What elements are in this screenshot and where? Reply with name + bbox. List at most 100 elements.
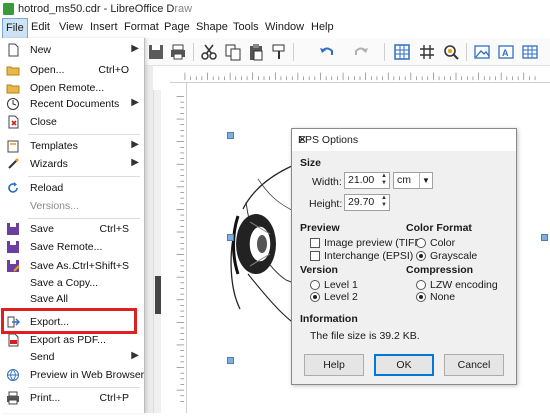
- insert-image-icon[interactable]: [473, 43, 491, 61]
- selection-handle[interactable]: [227, 357, 234, 364]
- level2-radio[interactable]: [310, 292, 320, 302]
- selection-handle[interactable]: [227, 132, 234, 139]
- file-menu-open[interactable]: Open... Ctrl+O: [0, 60, 145, 80]
- selection-handle[interactable]: [541, 234, 548, 241]
- height-label: Height:: [309, 198, 343, 210]
- svg-text:A: A: [502, 48, 509, 58]
- save-as-icon: [7, 260, 20, 272]
- undo-icon[interactable]: [318, 43, 336, 61]
- file-menu-recent-documents[interactable]: Recent Documents ▶: [0, 94, 145, 114]
- horizontal-ruler[interactable]: [170, 66, 550, 83]
- file-menu-save-remote[interactable]: Save Remote...: [0, 237, 145, 257]
- cut-icon[interactable]: [200, 43, 218, 61]
- submenu-arrow-icon: ▶: [131, 139, 139, 150]
- chevron-down-icon[interactable]: ▼: [419, 173, 432, 188]
- insert-text-box-icon[interactable]: A: [497, 43, 515, 61]
- submenu-arrow-icon: ▶: [131, 157, 139, 168]
- file-menu-dropdown: New ▶ Open... Ctrl+O Open Remote... Recent…: [0, 38, 145, 413]
- help-button[interactable]: Help: [304, 354, 364, 376]
- menu-bar: File Edit View Insert Format Page Shape …: [0, 18, 550, 38]
- size-heading: Size: [300, 157, 322, 169]
- file-menu-versions: Versions...: [30, 200, 80, 212]
- ok-button[interactable]: OK: [374, 354, 434, 376]
- version-heading: Version: [300, 264, 338, 276]
- menu-shape[interactable]: Shape: [196, 21, 228, 33]
- file-menu-save-all[interactable]: Save All: [0, 289, 145, 309]
- dialog-title-bar: EPS Options ✕: [292, 129, 516, 151]
- zoom-pan-icon[interactable]: [442, 43, 460, 61]
- file-menu-reload[interactable]: Reload: [0, 178, 145, 198]
- submenu-arrow-icon: ▶: [131, 43, 139, 54]
- copy-icon[interactable]: [224, 43, 242, 61]
- menu-insert[interactable]: Insert: [90, 21, 118, 33]
- file-menu-close[interactable]: Close: [0, 112, 145, 132]
- level1-label[interactable]: Level 1: [324, 279, 358, 291]
- scrollbar-thumb[interactable]: [155, 276, 161, 314]
- close-icon[interactable]: ✕: [298, 134, 510, 146]
- paste-icon[interactable]: [247, 43, 265, 61]
- close-document-icon: [8, 115, 19, 129]
- open-remote-icon: [6, 84, 20, 94]
- grid-icon[interactable]: [393, 43, 411, 61]
- preview-heading: Preview: [300, 222, 340, 234]
- libreoffice-draw-app-icon: [3, 3, 14, 15]
- height-spinbox[interactable]: 29.70 ▲ ▼: [344, 194, 390, 211]
- new-document-icon: [8, 43, 19, 57]
- file-menu-wizards[interactable]: Wizards ▶: [0, 154, 145, 174]
- color-label[interactable]: Color: [430, 237, 455, 249]
- menu-help[interactable]: Help: [311, 21, 334, 33]
- web-preview-icon: [7, 369, 19, 381]
- file-menu-send[interactable]: Send ▶: [0, 347, 145, 367]
- file-menu-templates[interactable]: Templates ▶: [0, 136, 145, 156]
- redo-icon[interactable]: [352, 43, 370, 61]
- image-preview-checkbox[interactable]: [310, 238, 320, 248]
- level1-radio[interactable]: [310, 280, 320, 290]
- spin-arrows-icon[interactable]: ▲ ▼: [381, 195, 387, 209]
- interchange-checkbox[interactable]: [310, 251, 320, 261]
- menu-format[interactable]: Format: [124, 21, 159, 33]
- width-spinbox[interactable]: 21.00 ▲ ▼: [344, 172, 390, 189]
- grayscale-label[interactable]: Grayscale: [430, 250, 477, 262]
- eps-options-dialog: EPS Options ✕ Size Width: 21.00 ▲ ▼ cm ▼ …: [291, 128, 517, 385]
- unit-select[interactable]: cm ▼: [393, 172, 433, 189]
- save-icon[interactable]: [147, 43, 165, 61]
- color-radio[interactable]: [416, 238, 426, 248]
- file-menu-save[interactable]: Save Ctrl+S: [0, 219, 145, 239]
- selection-handle[interactable]: [227, 234, 234, 241]
- reload-icon: [8, 182, 18, 193]
- open-folder-icon: [6, 66, 20, 76]
- menu-file[interactable]: File: [2, 18, 28, 38]
- level2-label[interactable]: Level 2: [324, 291, 358, 303]
- color-format-heading: Color Format: [406, 222, 472, 234]
- menu-page[interactable]: Page: [164, 21, 190, 33]
- save-icon: [7, 223, 19, 235]
- export-pdf-icon: [8, 333, 19, 347]
- interchange-label[interactable]: Interchange (EPSI): [324, 250, 413, 262]
- none-compression-radio[interactable]: [416, 292, 426, 302]
- file-menu-new[interactable]: New ▶: [0, 40, 145, 60]
- vertical-ruler[interactable]: [170, 83, 187, 413]
- grayscale-radio[interactable]: [416, 251, 426, 261]
- save-remote-icon: [7, 241, 19, 253]
- file-menu-preview-in-web-browser[interactable]: Preview in Web Browser: [0, 365, 145, 385]
- spin-arrows-icon[interactable]: ▲ ▼: [381, 173, 387, 187]
- file-menu-print[interactable]: Print... Ctrl+P: [0, 388, 145, 408]
- title-bar: hotrod_ms50.cdr - LibreOffice Draw: [0, 0, 550, 18]
- clone-formatting-icon[interactable]: [270, 43, 288, 61]
- print-icon: [7, 391, 19, 405]
- image-preview-label[interactable]: Image preview (TIFF): [324, 237, 424, 249]
- slide-pane-scrollbar[interactable]: [153, 90, 161, 413]
- menu-window[interactable]: Window: [265, 21, 304, 33]
- insert-table-icon[interactable]: [521, 43, 539, 61]
- menu-edit[interactable]: Edit: [31, 21, 50, 33]
- cancel-button[interactable]: Cancel: [444, 354, 504, 376]
- menu-view[interactable]: View: [59, 21, 83, 33]
- submenu-arrow-icon: ▶: [131, 97, 139, 108]
- menu-tools[interactable]: Tools: [233, 21, 259, 33]
- lzw-encoding-label[interactable]: LZW encoding: [430, 279, 498, 291]
- helplines-icon[interactable]: [418, 43, 436, 61]
- lzw-encoding-radio[interactable]: [416, 280, 426, 290]
- none-compression-label[interactable]: None: [430, 291, 455, 303]
- print-icon[interactable]: [169, 43, 187, 61]
- compression-heading: Compression: [406, 264, 474, 276]
